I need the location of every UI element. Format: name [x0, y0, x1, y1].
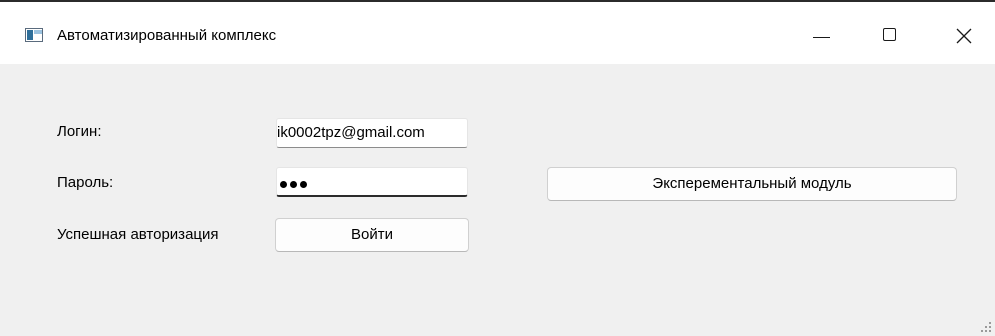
window-top-edge	[0, 0, 995, 10]
password-dot	[280, 181, 287, 188]
minimize-icon	[813, 37, 830, 38]
app-window: Автоматизированный комплекс Логин: ik000…	[0, 0, 995, 336]
close-icon	[956, 28, 972, 44]
login-field-value: ik0002tpz@gmail.com	[277, 124, 425, 141]
login-label: Логин:	[57, 123, 102, 140]
title-bar[interactable]: Автоматизированный комплекс	[0, 10, 995, 64]
minimize-button[interactable]	[800, 20, 846, 54]
maximize-icon	[883, 28, 896, 41]
password-dot	[300, 181, 307, 188]
password-field[interactable]	[276, 167, 468, 197]
login-button[interactable]: Войти	[275, 218, 469, 252]
maximize-button[interactable]	[874, 20, 920, 54]
auth-status-text: Успешная авторизация	[57, 226, 219, 243]
app-window-icon	[25, 28, 43, 42]
password-mask	[280, 181, 310, 195]
login-field[interactable]: ik0002tpz@gmail.com	[276, 118, 468, 148]
resize-grip-icon[interactable]	[979, 320, 993, 334]
password-dot	[290, 181, 297, 188]
password-label: Пароль:	[57, 174, 114, 191]
experimental-module-button[interactable]: Эксперементальный модуль	[547, 167, 957, 201]
close-button[interactable]	[940, 20, 986, 54]
window-title: Автоматизированный комплекс	[57, 27, 277, 44]
